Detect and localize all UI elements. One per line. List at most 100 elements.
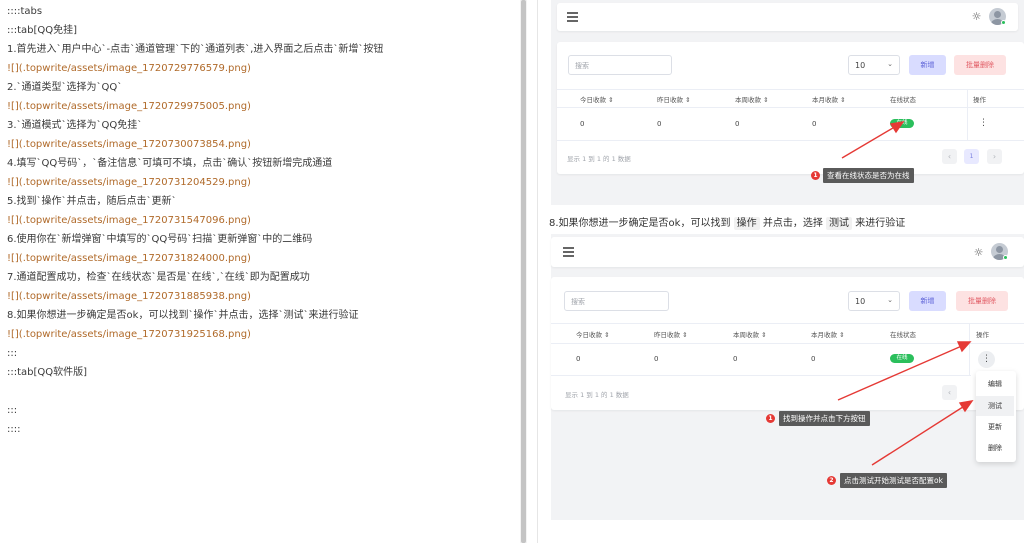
sun-icon: ☼ [971, 10, 982, 23]
markdown-editor[interactable]: ::::tabs:::tab[QQ免挂]1.首先进入`用户中心`-点击`通道管理… [0, 0, 520, 543]
online-dot-icon [1003, 255, 1008, 260]
editor-text-line: :::tab[QQ免挂] [7, 25, 78, 36]
editor-text-line: 3.`通道模式`选择为`QQ免挂` [7, 120, 143, 131]
header-yesterday: 昨日收款 ⇕ [657, 96, 691, 104]
pagination-summary: 显示 1 到 1 的 1 数据 [565, 391, 629, 399]
cell-month: 0 [812, 120, 817, 128]
editor-image-line: ![](.topwrite/assets/image_1720731204529… [7, 177, 251, 188]
header-actions: 操作 [976, 331, 989, 339]
cell-today: 0 [580, 120, 585, 128]
editor-image-line: ![](.topwrite/assets/image_1720729776579… [7, 63, 251, 74]
table-header-bottom-border [551, 343, 1024, 344]
editor-text-line: ::: [7, 405, 18, 416]
more-actions-icon: ⋮ [979, 118, 988, 128]
header-week: 本周收款 ⇕ [733, 331, 767, 339]
actions-dropdown-menu: 编辑 测试 更新 删除 [976, 371, 1016, 462]
cell-week: 0 [735, 120, 740, 128]
editor-image-line: ![](.topwrite/assets/image_1720731885938… [7, 291, 251, 302]
table-row-border [551, 375, 971, 376]
header-actions: 操作 [973, 96, 986, 104]
page-size-value: 10 [855, 297, 866, 306]
cell-yesterday: 0 [654, 355, 659, 363]
cell-week: 0 [733, 355, 738, 363]
header-month: 本月收款 ⇕ [812, 96, 846, 104]
page-size-select: 10 ⌄ [848, 55, 900, 75]
annotation-number-1: 1 [811, 171, 820, 180]
page-prev-button: ‹ [942, 149, 957, 164]
cell-yesterday: 0 [657, 120, 662, 128]
editor-text-line: 4.填写`QQ号码`，`备注信息`可填可不填，点击`确认`按钮新增完成通道 [7, 158, 333, 169]
preview-divider [537, 0, 538, 543]
step8-caption: 8.如果你想进一步确定是否ok，可以找到 操作 并点击，选择 测试 来进行验证 [549, 214, 906, 230]
annotation-tooltip-1: 找到操作并点击下方按钮 [779, 411, 870, 426]
header-today: 今日收款 ⇕ [576, 331, 610, 339]
annotation-tooltip: 查看在线状态是否为在线 [823, 168, 914, 183]
screenshot1-topbar [557, 3, 1018, 31]
pagination-summary: 显示 1 到 1 的 1 数据 [567, 155, 631, 163]
editor-text-line: 1.首先进入`用户中心`-点击`通道管理`下的`通道列表`,进入界面之后点击`新… [7, 44, 384, 55]
header-today: 今日收款 ⇕ [580, 96, 614, 104]
caption-operate-code: 操作 [733, 217, 760, 230]
sun-icon: ☼ [973, 246, 984, 259]
editor-text-line: 6.使用你在`新增弹窗`中填写的`QQ号码`扫描`更新弹窗`中的二维码 [7, 234, 313, 245]
table-header-top-border [557, 89, 1024, 90]
editor-text-line: ::::tabs [7, 6, 43, 17]
chevron-down-icon: ⌄ [887, 60, 893, 68]
editor-text-line: :::: [7, 424, 21, 435]
editor-text-line: 2.`通道类型`选择为`QQ` [7, 82, 123, 93]
page-prev-button: ‹ [942, 385, 957, 400]
editor-text-line: 5.找到`操作`并点击，随后点击`更新` [7, 196, 177, 207]
new-button: 新增 [909, 291, 946, 311]
search-input: 搜索 [564, 291, 669, 311]
more-actions-icon: ⋮ [978, 351, 995, 368]
status-badge: 在线 [890, 354, 914, 363]
header-month: 本月收款 ⇕ [811, 331, 845, 339]
annotation-number-1: 1 [766, 414, 775, 423]
search-input: 搜索 [568, 55, 672, 75]
page-size-select: 10 ⌄ [848, 291, 900, 311]
bulk-delete-button: 批量删除 [956, 291, 1008, 311]
online-dot-icon [1001, 20, 1006, 25]
menu-item-delete: 删除 [988, 444, 1002, 452]
header-online-status: 在线状态 [890, 331, 916, 339]
annotation-tooltip-2: 点击测试开始测试是否配置ok [840, 473, 947, 488]
page-next-button: › [987, 149, 1002, 164]
editor-scrollbar-thumb[interactable] [521, 0, 526, 543]
editor-image-line: ![](.topwrite/assets/image_1720731824000… [7, 253, 251, 264]
table-header-top-border [551, 323, 1024, 324]
status-badge: 在线 [890, 119, 914, 128]
editor-image-line: ![](.topwrite/assets/image_1720730073854… [7, 139, 251, 150]
header-online-status: 在线状态 [890, 96, 916, 104]
header-yesterday: 昨日收款 ⇕ [654, 331, 688, 339]
screenshot2-topbar [551, 237, 1024, 267]
table-header-bottom-border [557, 107, 1024, 108]
editor-text-line: 8.如果你想进一步确定是否ok，可以找到`操作`并点击，选择`测试`来进行验证 [7, 310, 359, 321]
header-week: 本周收款 ⇕ [735, 96, 769, 104]
annotation-number-2: 2 [827, 476, 836, 485]
cell-today: 0 [576, 355, 581, 363]
editor-text-line: 7.通道配置成功，检查`在线状态`是否是`在线`,`在线`即为配置成功 [7, 272, 310, 283]
editor-image-line: ![](.topwrite/assets/image_1720729975005… [7, 101, 251, 112]
menu-icon [563, 247, 574, 257]
menu-icon [567, 12, 578, 22]
caption-suffix: 来进行验证 [855, 218, 906, 229]
chevron-down-icon: ⌄ [887, 296, 893, 304]
menu-item-update: 更新 [988, 423, 1002, 431]
caption-prefix: 8.如果你想进一步确定是否ok，可以找到 [549, 218, 731, 229]
app-root: ::::tabs:::tab[QQ免挂]1.首先进入`用户中心`-点击`通道管理… [0, 0, 1024, 543]
actions-column-divider [969, 323, 970, 375]
cell-month: 0 [811, 355, 816, 363]
bulk-delete-button: 批量删除 [954, 55, 1006, 75]
editor-image-line: ![](.topwrite/assets/image_1720731547096… [7, 215, 251, 226]
actions-column-divider [967, 89, 968, 140]
new-button: 新增 [909, 55, 946, 75]
caption-mid: 并点击，选择 [762, 218, 823, 229]
editor-text-line: :::tab[QQ软件版] [7, 367, 88, 378]
caption-test-code: 测试 [826, 217, 853, 230]
page-1-button: 1 [964, 149, 979, 164]
editor-text-line: ::: [7, 348, 18, 359]
menu-item-edit: 编辑 [988, 380, 1002, 388]
page-size-value: 10 [855, 61, 866, 70]
editor-image-line: ![](.topwrite/assets/image_1720731925168… [7, 329, 251, 340]
menu-item-test: 测试 [976, 396, 1014, 416]
